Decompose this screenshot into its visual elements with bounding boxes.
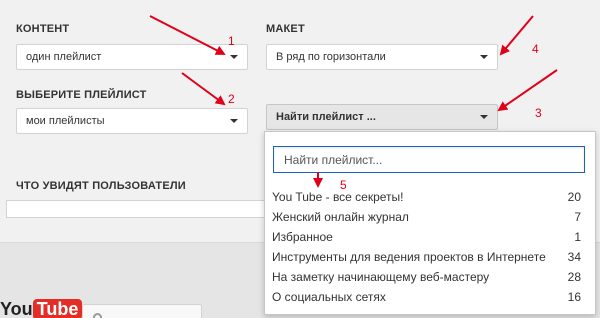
- chevron-down-icon: [230, 55, 238, 59]
- logo-you: You: [0, 299, 33, 318]
- list-item-count: 20: [567, 190, 581, 204]
- list-item-count: 34: [567, 250, 581, 264]
- playlist-search-input[interactable]: [273, 146, 585, 173]
- annotation-number-2: 2: [228, 92, 235, 106]
- list-item[interactable]: О социальных сетях 16: [265, 287, 595, 307]
- chevron-down-icon: [480, 55, 488, 59]
- list-item[interactable]: You Tube - все секреты! 20: [265, 187, 595, 207]
- layout-label: МАКЕТ: [266, 23, 305, 35]
- layout-select-value: В ряд по горизонтали: [276, 51, 386, 63]
- annotation-number-1: 1: [228, 34, 235, 48]
- list-item-name: Избранное: [272, 230, 333, 244]
- list-item-count: 1: [574, 230, 581, 244]
- list-item-name: Инструменты для ведения проектов в Интер…: [272, 250, 546, 264]
- playlist-dropdown: You Tube - все секреты! 20 Женский онлай…: [264, 131, 596, 315]
- users-view-label: ЧТО УВИДЯТ ПОЛЬЗОВАТЕЛИ: [16, 180, 186, 192]
- list-item-count: 28: [567, 270, 581, 284]
- list-item[interactable]: На заметку начинающему веб-мастеру 28: [265, 267, 595, 287]
- find-playlist-select[interactable]: Найти плейлист ...: [266, 104, 498, 130]
- list-item-name: О социальных сетях: [272, 290, 386, 304]
- logo-tube: Tube: [32, 299, 83, 318]
- annotation-number-5: 5: [340, 178, 347, 192]
- list-item-count: 16: [567, 290, 581, 304]
- annotation-number-3: 3: [535, 106, 542, 120]
- content-select-value: один плейлист: [26, 51, 102, 63]
- preview-box: [6, 200, 276, 218]
- annotation-number-4: 4: [532, 42, 539, 56]
- content-select[interactable]: один плейлист: [16, 44, 248, 70]
- playlist-choice-select[interactable]: мои плейлисты: [16, 108, 248, 134]
- list-item-name: You Tube - все секреты!: [272, 190, 404, 204]
- find-playlist-value: Найти плейлист ...: [276, 111, 376, 123]
- list-item[interactable]: Избранное 1: [265, 227, 595, 247]
- chevron-down-icon: [230, 119, 238, 123]
- list-item-name: Женский онлайн журнал: [272, 210, 409, 224]
- playlist-choice-label: ВЫБЕРИТЕ ПЛЕЙЛИСТ: [16, 89, 147, 101]
- list-item-name: На заметку начинающему веб-мастеру: [272, 270, 490, 284]
- list-item[interactable]: Инструменты для ведения проектов в Интер…: [265, 247, 595, 267]
- content-label: КОНТЕНТ: [16, 23, 70, 35]
- bottom-button[interactable]: [82, 304, 202, 318]
- settings-icon: [93, 313, 102, 318]
- playlist-choice-value: мои плейлисты: [26, 115, 105, 127]
- list-item[interactable]: Женский онлайн журнал 7: [265, 207, 595, 227]
- youtube-logo: You Tube: [0, 299, 83, 318]
- list-item-count: 7: [574, 210, 581, 224]
- chevron-down-icon: [480, 115, 488, 119]
- playlist-list: You Tube - все секреты! 20 Женский онлай…: [265, 187, 595, 307]
- layout-select[interactable]: В ряд по горизонтали: [266, 44, 498, 70]
